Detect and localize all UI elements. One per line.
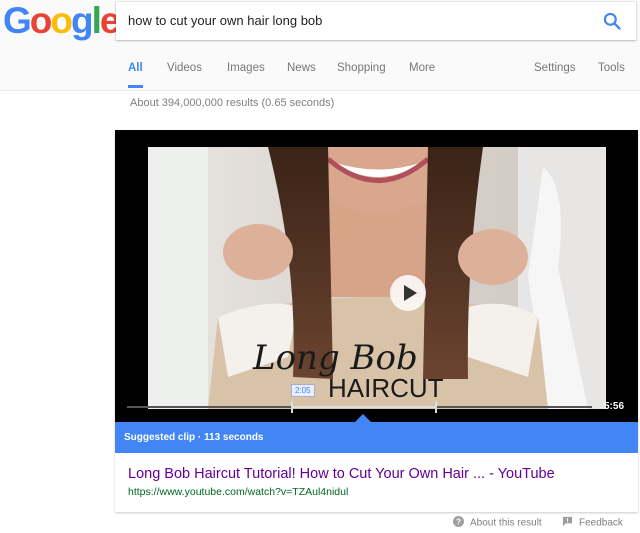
logo-letter: G [3,0,32,41]
tab-settings[interactable]: Settings [534,50,576,88]
thumbnail-title-line2: HAIRCUT [328,373,444,403]
about-result-label: About this result [470,517,542,529]
tab-news[interactable]: News [287,50,316,88]
play-icon[interactable] [390,275,426,311]
tab-shopping[interactable]: Shopping [337,50,386,88]
tab-images[interactable]: Images [227,50,265,88]
about-result-link[interactable]: ? About this result [453,516,542,530]
feedback-link[interactable]: Feedback [562,516,623,530]
search-input[interactable] [128,2,588,40]
clip-range-bar [291,406,437,408]
search-icon[interactable] [602,11,622,31]
feedback-icon [562,516,573,530]
video-thumbnail[interactable]: Long Bob HAIRCUT [148,147,606,409]
result-stats: About 394,000,000 results (0.65 seconds) [130,97,335,109]
tab-more[interactable]: More [409,50,435,88]
result-url[interactable]: https://www.youtube.com/watch?v=TZAul4ni… [128,486,348,498]
help-icon: ? [453,516,464,530]
svg-text:?: ? [456,517,461,526]
suggested-clip-label: Suggested clip · 113 seconds [124,432,264,443]
clip-range[interactable] [291,401,437,413]
clip-pointer [355,414,371,422]
clip-start-time: 2:05 [291,384,315,397]
video-player[interactable]: Long Bob HAIRCUT 2:05 5:56 [115,130,638,422]
google-logo[interactable]: Google [3,0,120,43]
thumbnail-title-line1: Long Bob [252,338,418,378]
logo-letter: o [50,0,73,41]
clip-start-handle [291,401,293,413]
logo-letter: l [91,0,102,41]
clip-end-handle [435,401,437,413]
logo-letter: g [71,0,94,41]
search-header: Google All Videos Images News Shopping M… [0,0,640,91]
tab-tools[interactable]: Tools [598,50,625,88]
logo-letter: o [29,0,53,41]
suggested-clip-bar: Suggested clip · 113 seconds [115,414,638,453]
featured-video-card: Long Bob HAIRCUT 2:05 5:56 Suggested cli… [115,130,638,512]
result-title-link[interactable]: Long Bob Haircut Tutorial! How to Cut Yo… [128,466,555,482]
tab-videos[interactable]: Videos [167,50,202,88]
search-box [116,2,636,40]
tab-all[interactable]: All [128,50,143,88]
search-tabs: All Videos Images News Shopping More Set… [0,50,640,90]
feedback-label: Feedback [579,517,623,529]
video-duration: 5:56 [604,401,625,412]
